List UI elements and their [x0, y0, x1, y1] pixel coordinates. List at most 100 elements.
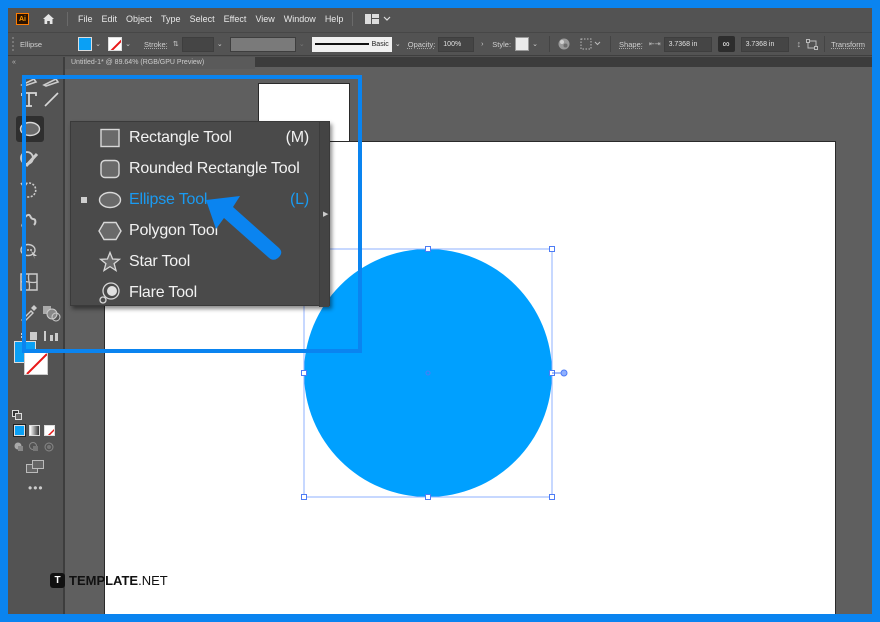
grip-handle[interactable] — [12, 37, 14, 51]
recolor-artwork-icon[interactable] — [558, 38, 570, 50]
stroke-label[interactable]: Stroke: — [144, 40, 168, 49]
type-icon — [21, 92, 37, 107]
stroke-weight-input[interactable] — [181, 36, 214, 52]
bounding-box-icon[interactable] — [806, 38, 819, 50]
document-tab[interactable]: Untitled-1* @ 89.64% (RGB/GPU Preview) — [65, 57, 255, 69]
resize-handle[interactable] — [425, 494, 431, 500]
shape-label[interactable]: Shape: — [619, 40, 643, 49]
collapse-panel-icon[interactable]: « — [12, 59, 16, 66]
ellipse-icon — [19, 121, 41, 137]
menu-view[interactable]: View — [255, 14, 274, 24]
opacity-input[interactable]: 100% — [438, 36, 475, 52]
resize-handle[interactable] — [425, 246, 431, 252]
draw-inside-icon[interactable] — [44, 442, 54, 452]
edit-toolbar-icon[interactable]: ••• — [28, 481, 44, 495]
height-icon: ↕ — [796, 39, 802, 49]
flyout-item-rounded-rectangle-tool[interactable]: Rounded Rectangle Tool — [71, 153, 321, 184]
ellipse-icon — [97, 189, 123, 211]
brush-name: Basic — [371, 40, 389, 48]
flyout-tearoff-bar[interactable]: ▶ — [319, 122, 329, 307]
style-label: Style: — [492, 39, 512, 49]
menu-window[interactable]: Window — [284, 14, 316, 24]
template-logo-icon: T — [50, 573, 65, 588]
watermark-suffix: .NET — [138, 573, 168, 588]
chevron-down-icon[interactable]: ⌄ — [529, 40, 541, 48]
chevron-down-icon[interactable]: ⌄ — [92, 40, 104, 48]
pie-widget-handle[interactable] — [560, 369, 568, 377]
resize-handle[interactable] — [301, 370, 307, 376]
watermark-brand: TEMPLATE — [69, 573, 139, 588]
color-mode-button[interactable] — [14, 425, 25, 436]
constrain-proportions-link-icon[interactable]: ∞ — [717, 36, 735, 52]
draw-mode-group — [12, 440, 60, 454]
selection-type-label: Ellipse — [20, 39, 43, 49]
graph-tool[interactable] — [38, 327, 64, 343]
eyedropper-icon — [21, 305, 37, 323]
shape-builder-tool[interactable] — [38, 300, 64, 326]
illustrator-window: Ai File Edit Object Type Select Effect V… — [8, 8, 872, 614]
menu-edit[interactable]: Edit — [102, 14, 118, 24]
flyout-item-flare-tool[interactable]: Flare Tool — [71, 277, 321, 308]
draw-behind-icon[interactable] — [29, 442, 39, 452]
none-stroke-icon — [26, 353, 47, 374]
workspace-switcher[interactable] — [365, 14, 391, 24]
fill-color-swatch[interactable] — [78, 37, 92, 51]
ellipse-tool[interactable] — [16, 116, 44, 142]
chevron-down-icon[interactable]: ⌄ — [296, 40, 308, 48]
menu-object[interactable]: Object — [126, 14, 152, 24]
app-logo: Ai — [16, 13, 29, 25]
menu-effect[interactable]: Effect — [224, 14, 247, 24]
brush-definition[interactable]: Basic — [311, 36, 392, 52]
chevron-down-icon — [383, 16, 391, 21]
graphic-style-swatch[interactable] — [515, 37, 530, 51]
ellipse-shape[interactable] — [304, 249, 552, 497]
chevron-down-icon[interactable]: ⌄ — [392, 40, 404, 48]
polygon-icon — [97, 220, 123, 242]
change-screen-mode-icon[interactable] — [26, 460, 44, 478]
canvas-selection[interactable] — [298, 243, 588, 523]
resize-handle[interactable] — [549, 494, 555, 500]
flyout-item-label: Ellipse Tool — [129, 190, 208, 208]
rectangle-icon — [97, 127, 123, 149]
rotate-tool[interactable] — [16, 177, 42, 203]
workspace-icon — [365, 14, 380, 24]
chevron-down-icon[interactable]: ⌄ — [122, 40, 134, 48]
resize-handle[interactable] — [549, 246, 555, 252]
separator — [610, 36, 612, 52]
resize-handle[interactable] — [301, 494, 307, 500]
transform-button[interactable]: Transform — [831, 40, 865, 49]
menu-select[interactable]: Select — [190, 14, 215, 24]
stroke-weight-stepper[interactable]: ⇅ — [170, 40, 182, 48]
draw-normal-icon[interactable] — [14, 442, 24, 452]
chevron-right-icon[interactable]: › — [476, 41, 488, 48]
menu-separator — [67, 12, 68, 26]
puppet-warp-tool[interactable] — [16, 207, 42, 233]
shaper-icon — [20, 151, 39, 168]
swap-fill-stroke-icon[interactable] — [12, 407, 22, 425]
stroke-color-box[interactable] — [24, 351, 48, 375]
opacity-label[interactable]: Opacity: — [408, 40, 436, 49]
flyout-item-rectangle-tool[interactable]: Rectangle Tool (M) — [71, 122, 321, 153]
none-mode-button[interactable] — [44, 425, 55, 436]
menu-help[interactable]: Help — [325, 14, 344, 24]
menu-type[interactable]: Type — [161, 14, 181, 24]
mesh-tool[interactable] — [16, 269, 42, 295]
separator — [549, 36, 551, 52]
chevron-down-icon[interactable]: ⌄ — [214, 40, 226, 48]
align-icon[interactable] — [580, 38, 602, 50]
stroke-color-swatch[interactable] — [108, 37, 122, 51]
shape-width-input[interactable]: 3.7368 in — [663, 36, 712, 52]
shape-height-input[interactable]: 3.7368 in — [740, 36, 789, 52]
gradient-mode-button[interactable] — [29, 425, 40, 436]
free-transform-tool[interactable] — [16, 238, 42, 264]
shaper-tool[interactable] — [16, 146, 42, 172]
variable-width-profile[interactable] — [229, 36, 296, 52]
flyout-item-label: Star Tool — [129, 252, 191, 270]
line-segment-tool[interactable] — [38, 86, 64, 112]
menu-file[interactable]: File — [78, 14, 93, 24]
home-icon[interactable] — [41, 13, 55, 25]
menu-bar: Ai File Edit Object Type Select Effect V… — [8, 8, 872, 30]
mesh-icon — [20, 273, 38, 291]
width-icon: ⇤⇥ — [648, 41, 661, 48]
star-icon — [97, 250, 123, 273]
